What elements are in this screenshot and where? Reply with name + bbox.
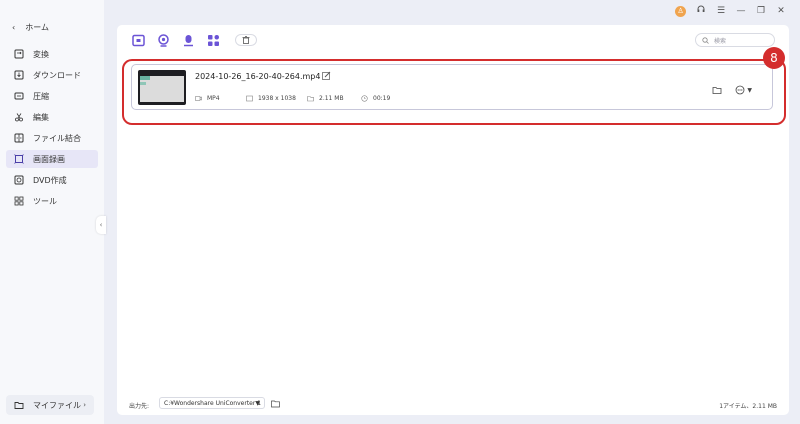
file-resolution: 1938 x 1038 [258,95,296,102]
output-location-label: 出力先: [129,403,150,410]
main-panel: 検索 2024-10-26_16-20-40-264.mp4 MP4 1938 … [117,25,789,415]
file-duration: 00:19 [373,95,391,102]
home-link[interactable]: ‹ ホーム [12,22,49,33]
open-folder-icon[interactable] [712,85,722,95]
convert-icon [14,49,24,59]
record-screen-tool-icon[interactable] [131,33,145,47]
video-thumbnail[interactable] [138,70,186,105]
sidebar-item-compress[interactable]: 圧縮 [6,87,98,105]
sidebar-item-label: 変換 [33,49,49,59]
file-format: MP4 [207,95,220,102]
sidebar-item-label: 編集 [33,112,49,122]
restore-icon[interactable]: ❐ [756,6,766,17]
sidebar: ‹ ホーム 変換 ダウンロード 圧縮 編集 ファイル結合 画面録画 DVD作成 … [0,0,104,424]
sidebar-item-dvd[interactable]: DVD作成 [6,171,98,189]
video-format-icon [195,96,202,101]
delete-button[interactable] [235,34,257,46]
minimize-icon[interactable]: — [736,6,746,17]
file-name: 2024-10-26_16-20-40-264.mp4 [195,72,321,81]
format-meta: MP4 [195,95,220,102]
home-label: ホーム [25,23,49,32]
apps-grid-tool-icon[interactable] [206,33,220,47]
search-input[interactable]: 検索 [695,33,775,47]
dvd-icon [14,175,24,185]
compress-icon [14,91,24,101]
headset-icon[interactable] [696,4,706,18]
my-files-button[interactable]: マイファイル › [6,395,94,415]
chevron-right-icon: › [83,401,86,409]
sidebar-collapse-handle[interactable]: ‹ [96,216,106,234]
tools-icon [14,196,24,206]
sidebar-item-merge[interactable]: ファイル結合 [6,129,98,147]
duration-meta: 00:19 [361,95,390,102]
more-icon [735,85,745,95]
file-card[interactable]: 2024-10-26_16-20-40-264.mp4 MP4 1938 x 1… [131,64,773,110]
sidebar-item-convert[interactable]: 変換 [6,45,98,63]
my-files-label: マイファイル [33,400,81,410]
output-path-value: C:¥Wondershare UniConverter 1 [164,400,262,407]
resolution-meta: 1938 x 1038 [246,95,296,102]
file-size: 2.11 MB [319,95,344,102]
sidebar-item-tools[interactable]: ツール [6,192,98,210]
folder-size-icon [307,96,314,102]
caret-down-icon: ▼ [255,400,260,407]
download-icon [14,70,24,80]
open-output-folder-icon[interactable] [271,399,280,408]
trash-icon [242,36,250,44]
sidebar-item-label: DVD作成 [33,175,67,185]
scissors-icon [14,112,24,122]
close-icon[interactable]: ✕ [776,6,786,17]
merge-icon [14,133,24,143]
clock-icon [361,95,368,102]
sidebar-item-label: 画面録画 [33,154,65,164]
sidebar-item-label: ファイル結合 [33,133,81,143]
search-placeholder: 検索 [714,37,727,45]
search-icon [702,36,709,44]
resolution-icon [246,95,253,102]
step-number-badge: 8 [763,47,785,69]
back-arrow-icon: ‹ [12,23,16,32]
webcam-tool-icon[interactable] [156,33,170,47]
item-summary: 1アイテム、2.11 MB [719,403,777,410]
screen-record-icon [14,154,24,164]
output-path-select[interactable]: C:¥Wondershare UniConverter 1 ▼ [159,397,265,409]
edit-icon[interactable] [322,71,331,80]
sidebar-item-label: ダウンロード [33,70,81,80]
more-options-button[interactable]: ▼ [735,85,752,95]
toolbar [131,33,257,47]
account-avatar[interactable]: ♙ [675,5,686,17]
sidebar-item-label: ツール [33,196,57,206]
sidebar-item-download[interactable]: ダウンロード [6,66,98,84]
caret-down-icon: ▼ [747,86,752,94]
sidebar-item-edit[interactable]: 編集 [6,108,98,126]
audio-record-tool-icon[interactable] [181,33,195,47]
menu-icon[interactable]: ☰ [716,6,726,17]
folder-icon [14,400,24,410]
sidebar-item-label: 圧縮 [33,91,49,101]
window-controls: ♙ ☰ — ❐ ✕ [675,4,786,18]
sidebar-item-screen-record[interactable]: 画面録画 [6,150,98,168]
size-meta: 2.11 MB [307,95,344,102]
footer-bar: 出力先: C:¥Wondershare UniConverter 1 ▼ 1アイ… [117,387,789,415]
